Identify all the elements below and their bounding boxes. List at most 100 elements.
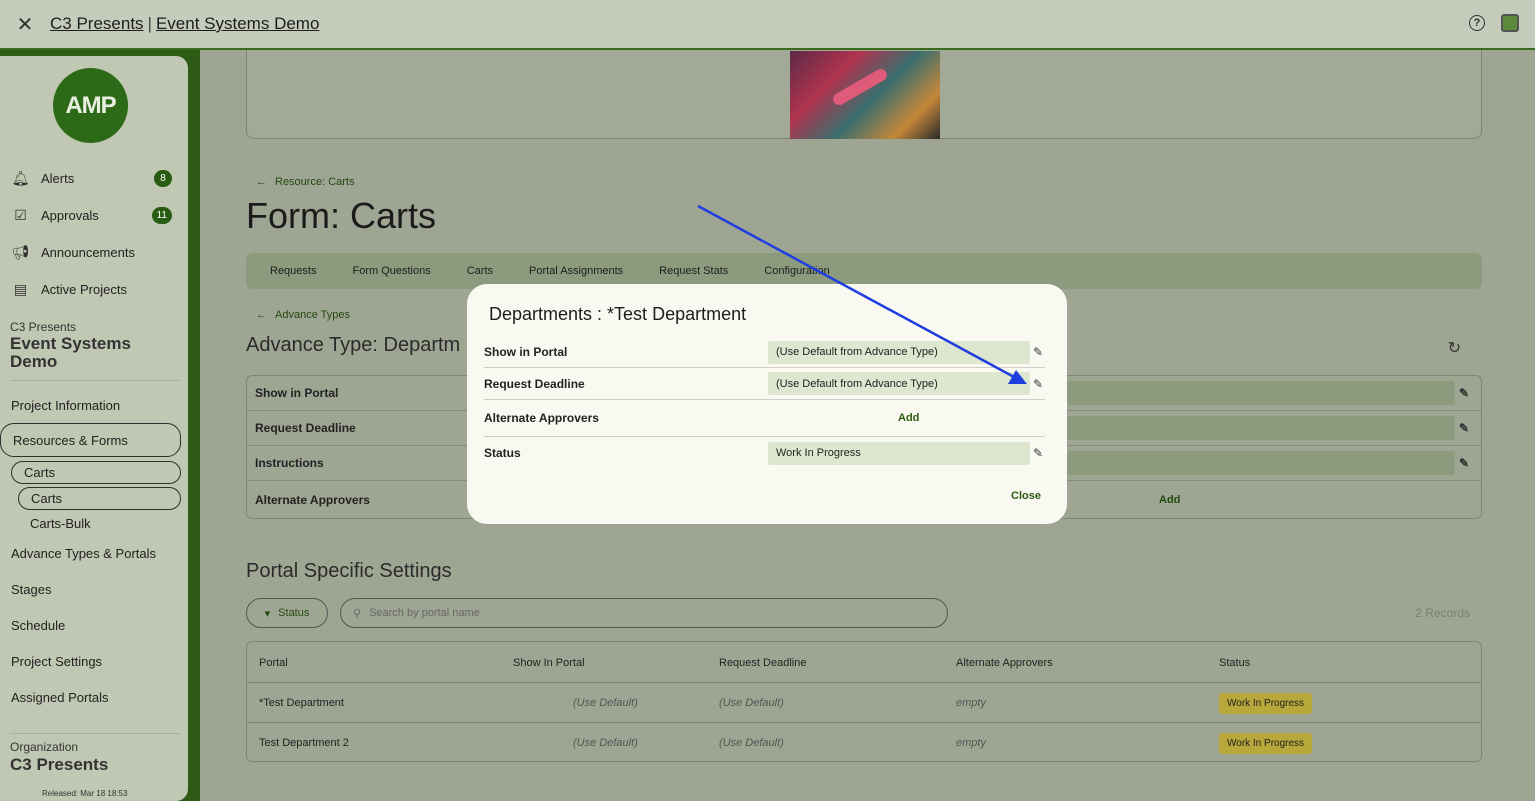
modal-row-status: Status Work In Progress ✎ — [484, 437, 1045, 469]
modal-label: Request Deadline — [484, 376, 585, 391]
project-org-label: C3 Presents — [10, 320, 77, 334]
search-placeholder: Search by portal name — [369, 607, 480, 619]
setting-value-field[interactable] — [1067, 416, 1455, 440]
show-cell: (Use Default) — [573, 737, 638, 749]
setting-value-field[interactable] — [1067, 381, 1455, 405]
department-modal: Departments : *Test Department Show in P… — [467, 284, 1067, 524]
status-badge: Work In Progress — [1219, 732, 1313, 754]
back-resource-link[interactable]: ← Resource: Carts — [256, 176, 354, 188]
menu-project-information[interactable]: Project Information — [11, 398, 120, 413]
nav-active-projects[interactable]: ▤ Active Projects — [12, 281, 172, 298]
setting-label: Request Deadline — [255, 421, 356, 435]
advance-type-title: Advance Type: Departm — [246, 334, 461, 356]
project-link[interactable]: Event Systems Demo — [156, 14, 319, 34]
edit-icon[interactable]: ✎ — [1033, 446, 1043, 460]
request-deadline-value[interactable]: (Use Default from Advance Type) — [768, 372, 1030, 395]
show-in-portal-value[interactable]: (Use Default from Advance Type) — [768, 340, 1030, 364]
release-info: Released: Mar 18 18:53 — [42, 789, 128, 798]
menu-advance-types[interactable]: Advance Types & Portals — [11, 546, 156, 561]
edit-icon[interactable]: ✎ — [1033, 345, 1043, 359]
menu-project-settings[interactable]: Project Settings — [11, 654, 102, 669]
back-resource-label: Resource: Carts — [275, 176, 355, 188]
status-filter-button[interactable]: ▾ Status — [246, 598, 328, 628]
organization-name: C3 Presents — [10, 755, 109, 774]
records-count: 2 Records — [1415, 606, 1470, 620]
setting-value-field[interactable] — [1067, 451, 1455, 475]
edit-icon[interactable]: ✎ — [1459, 386, 1469, 400]
edit-icon[interactable]: ✎ — [1459, 421, 1469, 435]
tab-portal-assignments[interactable]: Portal Assignments — [529, 265, 623, 277]
nav-alerts[interactable]: 🔔︎ Alerts 8 — [12, 170, 172, 187]
portal-cell: *Test Department — [259, 697, 344, 709]
nav-active-projects-label: Active Projects — [41, 282, 127, 297]
edit-icon[interactable]: ✎ — [1459, 456, 1469, 470]
status-badge: Work In Progress — [1219, 692, 1313, 714]
column-header: Portal — [259, 656, 288, 669]
refresh-icon[interactable]: ↻ — [1448, 338, 1461, 358]
menu-carts-child[interactable]: Carts — [18, 487, 181, 510]
column-header: Alternate Approvers — [956, 656, 1053, 669]
back-advance-types-link[interactable]: ← Advance Types — [256, 309, 350, 321]
menu-stages[interactable]: Stages — [11, 582, 51, 597]
menu-assigned-portals[interactable]: Assigned Portals — [11, 690, 109, 705]
close-icon[interactable]: ✕ — [0, 12, 50, 37]
menu-carts-parent[interactable]: Carts — [11, 461, 181, 484]
modal-label: Alternate Approvers — [484, 411, 599, 425]
portal-table: Portal Show In Portal Request Deadline A… — [246, 641, 1482, 762]
arrow-left-icon: ← — [256, 309, 267, 321]
sidebar-divider — [10, 380, 180, 381]
tab-requests[interactable]: Requests — [270, 265, 316, 277]
nav-announcements-label: Announcements — [41, 245, 135, 260]
nav-alerts-label: Alerts — [41, 171, 75, 186]
app-switcher-icon[interactable] — [1501, 14, 1519, 32]
deadline-cell: (Use Default) — [719, 737, 784, 749]
organization-label: Organization — [10, 740, 79, 754]
modal-title: Departments : *Test Department — [489, 304, 747, 324]
guitar-illustration — [831, 66, 889, 108]
edit-icon[interactable]: ✎ — [1033, 377, 1043, 391]
modal-label: Show in Portal — [484, 345, 568, 359]
status-value[interactable]: Work In Progress — [768, 441, 1030, 465]
projects-icon: ▤ — [13, 281, 28, 297]
help-icon[interactable]: ? — [1469, 15, 1485, 31]
nav-approvals-label: Approvals — [41, 208, 99, 223]
table-row[interactable]: Test Department 2 (Use Default) (Use Def… — [247, 722, 1481, 762]
status-cell: Work In Progress — [1219, 683, 1313, 723]
nav-announcements[interactable]: 📢︎ Announcements — [12, 244, 172, 261]
project-name: Event Systems Demo — [10, 334, 131, 371]
portal-settings-title: Portal Specific Settings — [246, 560, 452, 582]
modal-row-show-in-portal: Show in Portal (Use Default from Advance… — [484, 337, 1045, 368]
column-header: Status — [1219, 656, 1251, 669]
arrow-left-icon: ← — [256, 176, 267, 188]
column-header: Request Deadline — [719, 656, 807, 669]
title-separator: | — [147, 14, 152, 33]
add-approver-button[interactable]: Add — [898, 412, 919, 424]
modal-row-alternate-approvers: Alternate Approvers Add — [484, 400, 1045, 437]
show-cell: (Use Default) — [573, 697, 638, 709]
add-approver-button[interactable]: Add — [1159, 494, 1180, 506]
table-row[interactable]: *Test Department (Use Default) (Use Defa… — [247, 682, 1481, 722]
tab-form-questions[interactable]: Form Questions — [352, 265, 430, 277]
tab-request-stats[interactable]: Request Stats — [659, 265, 728, 277]
nav-approvals[interactable]: ☑ Approvals 11 — [12, 207, 172, 224]
hero-banner — [246, 50, 1482, 139]
setting-label: Show in Portal — [255, 386, 339, 400]
caret-down-icon: ▾ — [264, 607, 271, 620]
megaphone-icon: 📢︎ — [11, 244, 30, 260]
portal-search[interactable]: ⚲ Search by portal name — [340, 598, 948, 628]
menu-carts-bulk[interactable]: Carts-Bulk — [30, 516, 91, 531]
portal-cell: Test Department 2 — [259, 737, 349, 749]
menu-schedule[interactable]: Schedule — [11, 618, 65, 633]
modal-close-button[interactable]: Close — [1011, 490, 1041, 502]
org-link[interactable]: C3 Presents — [50, 14, 144, 34]
approvers-cell: empty — [956, 697, 986, 709]
tab-configuration[interactable]: Configuration — [764, 265, 829, 277]
column-header: Show In Portal — [513, 656, 585, 669]
setting-label: Alternate Approvers — [255, 492, 370, 507]
menu-carts-parent-label: Carts — [24, 465, 56, 480]
menu-resources-forms[interactable]: Resources & Forms — [0, 423, 181, 457]
search-icon: ⚲ — [353, 607, 362, 620]
menu-resources-forms-label: Resources & Forms — [13, 432, 128, 448]
amp-logo[interactable]: AMP — [53, 68, 128, 143]
tab-carts[interactable]: Carts — [467, 265, 493, 277]
